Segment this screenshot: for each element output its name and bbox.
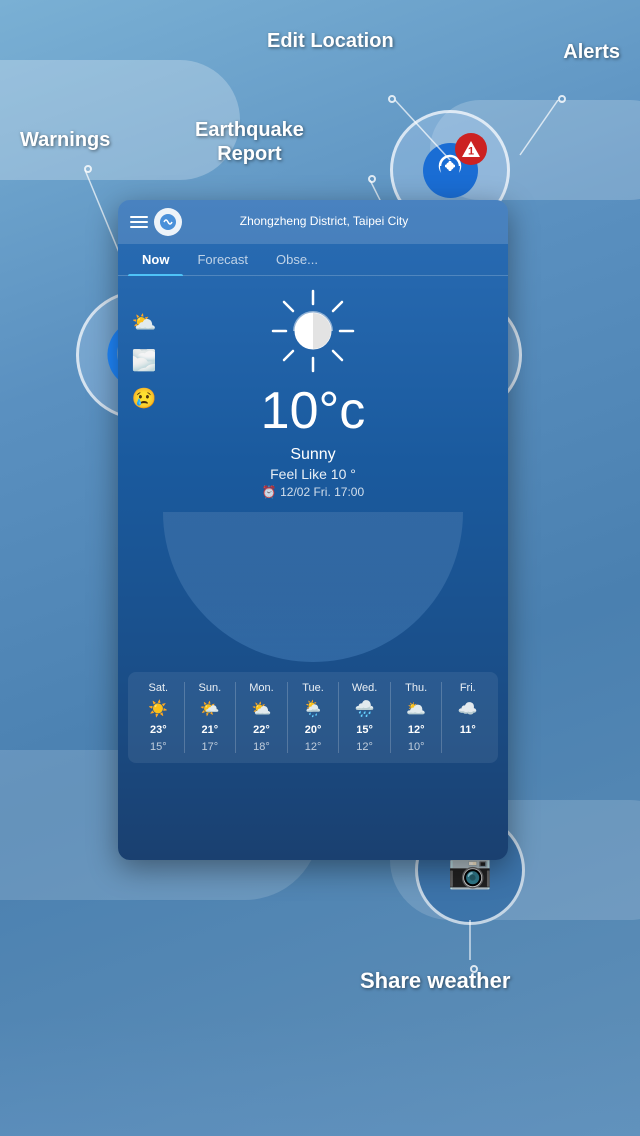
- alerts-label: Alerts: [563, 40, 620, 64]
- forecast-mon: Mon. ⛅ 22° 18°: [236, 682, 287, 753]
- forecast-sun: Sun. 🌤️ 21° 17°: [185, 682, 236, 753]
- high-fri: 11°: [460, 724, 476, 736]
- weather-icon-3: 😢: [128, 382, 160, 414]
- weather-logo: [154, 208, 182, 236]
- day-thu: Thu.: [405, 682, 427, 694]
- icon-mon: ⛅: [251, 699, 271, 719]
- alerts-dot: [558, 95, 566, 103]
- high-wed: 15°: [356, 724, 373, 736]
- left-side-icons: ⛅ 🌫️ 😢: [128, 306, 160, 414]
- earthquake-label: EarthquakeReport: [195, 118, 304, 166]
- low-sat: 15°: [150, 741, 167, 753]
- forecast-tue: Tue. 🌦️ 20° 12°: [288, 682, 339, 753]
- icon-sun: 🌤️: [200, 699, 220, 719]
- location-pin-container: 1: [415, 135, 485, 205]
- warnings-label: Warnings: [20, 128, 110, 152]
- day-tue: Tue.: [302, 682, 324, 694]
- header-left: [130, 208, 182, 236]
- datetime: ⏰ 12/02 Fri. 17:00: [262, 485, 364, 499]
- forecast-wed: Wed. 🌧️ 15° 12°: [339, 682, 390, 753]
- logo-icon: [158, 212, 178, 232]
- sun-icon: [268, 286, 358, 376]
- day-mon: Mon.: [249, 682, 273, 694]
- day-fri: Fri.: [460, 682, 476, 694]
- temperature-display: 10°c: [261, 381, 366, 441]
- edit-loc-dot: [388, 95, 396, 103]
- day-sat: Sat.: [149, 682, 169, 694]
- icon-thu: 🌥️: [406, 699, 426, 719]
- app-header: Zhongzheng District, Taipei City: [118, 200, 508, 244]
- weather-condition: Sunny: [290, 446, 335, 464]
- app-frame: Zhongzheng District, Taipei City Now For…: [118, 200, 508, 860]
- low-tue: 12°: [305, 741, 322, 753]
- location-text: Zhongzheng District, Taipei City: [240, 214, 409, 230]
- icon-tue: 🌦️: [303, 699, 323, 719]
- high-thu: 12°: [408, 724, 425, 736]
- semi-circle-deco: [163, 512, 463, 662]
- weather-icon-2: 🌫️: [128, 344, 160, 376]
- tab-forecast[interactable]: Forecast: [183, 244, 262, 275]
- hamburger-menu-icon[interactable]: [130, 216, 148, 228]
- weather-icon-1: ⛅: [128, 306, 160, 338]
- earthquake-dot: [368, 175, 376, 183]
- tab-now[interactable]: Now: [128, 244, 183, 275]
- high-tue: 20°: [305, 724, 322, 736]
- high-mon: 22°: [253, 724, 270, 736]
- icon-wed: 🌧️: [355, 699, 375, 719]
- day-wed: Wed.: [352, 682, 377, 694]
- edit-location-label: Edit Location: [267, 29, 394, 53]
- bottom-reflection: [0, 1016, 640, 1136]
- share-weather-label: Share weather: [360, 968, 510, 994]
- forecast-sat: Sat. ☀️ 23° 15°: [133, 682, 184, 753]
- low-mon: 18°: [253, 741, 270, 753]
- forecast-row: Sat. ☀️ 23° 15° Sun. 🌤️ 21° 17° Mon. ⛅ 2…: [133, 682, 493, 753]
- share-dot: [470, 965, 478, 973]
- nav-tabs: Now Forecast Obse...: [118, 244, 508, 276]
- low-sun: 17°: [202, 741, 219, 753]
- forecast-table: Sat. ☀️ 23° 15° Sun. 🌤️ 21° 17° Mon. ⛅ 2…: [128, 672, 498, 763]
- alert-number: 1: [468, 145, 474, 157]
- low-thu: 10°: [408, 741, 425, 753]
- warnings-dot: [84, 165, 92, 173]
- forecast-thu: Thu. 🌥️ 12° 10°: [391, 682, 442, 753]
- tab-observations[interactable]: Obse...: [262, 244, 332, 275]
- low-wed: 12°: [356, 741, 373, 753]
- icon-fri: ☁️: [458, 699, 478, 719]
- feel-like: Feel Like 10 °: [270, 466, 356, 482]
- sun-svg: [268, 286, 358, 376]
- forecast-fri: Fri. ☁️ 11°: [442, 682, 493, 753]
- alert-badge: 1: [455, 133, 487, 165]
- weather-main: ⛅ 🌫️ 😢: [118, 276, 508, 512]
- icon-sat: ☀️: [148, 699, 168, 719]
- day-sun: Sun.: [199, 682, 222, 694]
- high-sat: 23°: [150, 724, 167, 736]
- high-sun: 21°: [202, 724, 219, 736]
